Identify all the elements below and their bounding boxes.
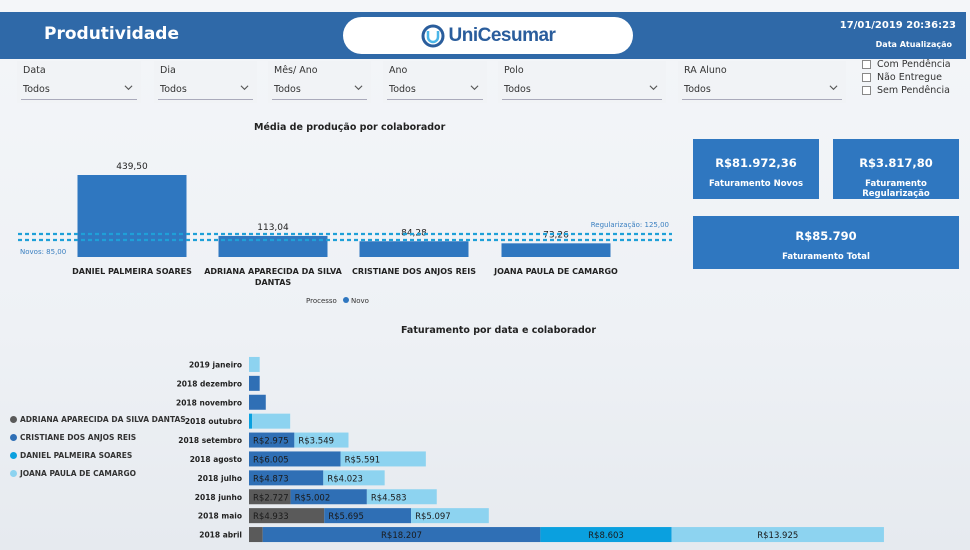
bar-value-label: R$6.005 [253, 455, 289, 465]
bar-value-label: R$4.023 [327, 474, 363, 484]
bar-value-label: 439,50 [116, 162, 148, 172]
category-label: DANTAS [255, 278, 292, 287]
category-label: 2018 maio [198, 512, 242, 521]
update-datetime: 17/01/2019 20:36:23 [839, 20, 956, 31]
category-label: 2018 junho [195, 493, 242, 502]
bar-value-label: R$5.695 [328, 512, 364, 522]
status-checkbox-group: Com Pendência Não Entregue Sem Pendência [862, 58, 951, 97]
kpi-faturamento-novos: R$81.972,36 Faturamento Novos [693, 139, 819, 199]
legend-dot [343, 297, 349, 303]
bar-segment [249, 375, 260, 391]
checkbox-label: Sem Pendência [877, 85, 950, 96]
kpi-faturamento-regularizacao: R$3.817,80 Faturamento Regularização [833, 139, 959, 199]
bar [501, 243, 611, 257]
bar-value-label: 73,26 [543, 230, 569, 240]
bar-value-label: R$2.975 [253, 437, 289, 447]
category-label: 2018 dezembro [177, 379, 242, 388]
checkbox-box[interactable] [862, 86, 871, 95]
legend-label: Novo [351, 297, 369, 305]
bar [77, 175, 187, 257]
chart2-title: Faturamento por data e colaborador [401, 325, 597, 336]
checkbox-nao-entregue[interactable]: Não Entregue [862, 71, 951, 84]
ref-line-label: Regularização: 125,00 [591, 221, 669, 229]
bar-value-label: R$3.549 [298, 437, 334, 447]
bar-segment [249, 356, 260, 372]
bar-value-label: R$4.933 [253, 512, 289, 522]
checkbox-sem-pendencia[interactable]: Sem Pendência [862, 84, 951, 97]
checkbox-label: Não Entregue [877, 72, 942, 83]
bar-segment [252, 413, 291, 429]
checkbox-box[interactable] [862, 73, 871, 82]
bar-segment [249, 527, 263, 543]
productivity-bar-chart: 439,50 DANIEL PALMEIRA SOARES 113,04 ADRIAN… [18, 162, 672, 305]
kpi-faturamento-total: R$85.790 Faturamento Total [693, 216, 959, 269]
bar-value-label: R$5.097 [415, 512, 451, 522]
checkbox-com-pendencia[interactable]: Com Pendência [862, 58, 951, 71]
kpi-label: Faturamento Total [782, 252, 870, 262]
billing-stacked-bar-chart: 2019 janeiro 2018 dezembro 2018 novembro 20… [176, 356, 884, 543]
legend-title: Processo [306, 297, 337, 305]
checkbox-box[interactable] [862, 60, 871, 69]
filter-label: RA Aluno [684, 65, 727, 76]
filter-ra-aluno[interactable]: RA Aluno Todos [678, 61, 846, 103]
category-label: JOANA PAULA DE CAMARGO [493, 267, 618, 276]
category-label: 2018 abril [199, 531, 242, 540]
category-label: 2018 novembro [176, 398, 242, 407]
bar-value-label: R$4.583 [371, 493, 407, 503]
bar-value-label: R$18.207 [381, 531, 422, 541]
kpi-value: R$3.817,80 [859, 156, 933, 170]
category-label: 2019 janeiro [189, 360, 242, 369]
kpi-label: Faturamento Novos [708, 179, 803, 189]
category-label: ADRIANA APARECIDA DA SILVA [204, 267, 342, 276]
chevron-down-icon [829, 85, 838, 91]
category-label: 2018 outubro [185, 417, 242, 426]
bar-segment [249, 394, 266, 410]
update-date-label: Data Atualização [875, 40, 952, 49]
bar-value-label: 113,04 [257, 223, 289, 233]
bar-value-label: R$5.002 [295, 493, 331, 503]
ref-line-label: Novos: 85,00 [20, 248, 66, 256]
category-label: CRISTIANE DOS ANJOS REIS [352, 267, 476, 276]
filter-select[interactable]: Todos [682, 81, 842, 100]
kpi-value: R$81.972,36 [715, 156, 797, 170]
bar-value-label: R$4.873 [253, 474, 289, 484]
bar [359, 241, 469, 257]
kpi-value: R$85.790 [795, 229, 857, 243]
bar-value-label: R$2.727 [253, 493, 289, 503]
kpi-label: Faturamento Regularização [862, 179, 930, 199]
bar-value-label: R$5.591 [345, 455, 381, 465]
bar-value-label: R$13.925 [757, 531, 798, 541]
category-label: 2018 agosto [190, 455, 242, 464]
checkbox-label: Com Pendência [877, 59, 951, 70]
bar-value-label: R$8.603 [588, 531, 624, 541]
category-label: DANIEL PALMEIRA SOARES [72, 267, 192, 276]
category-label: 2018 setembro [178, 436, 242, 445]
category-label: 2018 julho [198, 474, 242, 483]
bar-segment [249, 413, 253, 429]
